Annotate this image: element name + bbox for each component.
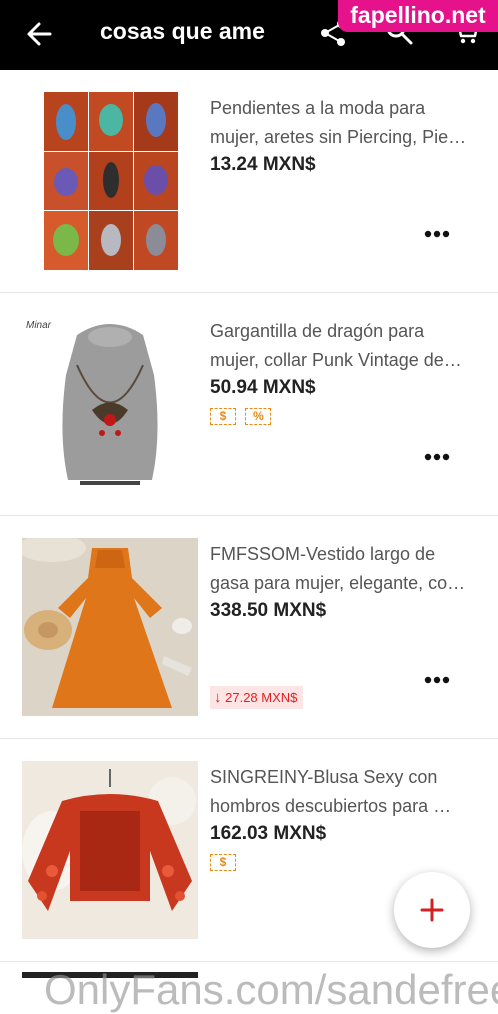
list-item[interactable]: Minar Gargantilla de dragón para mujer, … (0, 293, 498, 516)
product-price: 13.24 MXN$ (210, 154, 316, 175)
page-title: cosas que ame (100, 18, 265, 44)
wishlist: Pendientes a la moda para mujer, aretes … (0, 70, 498, 962)
list-item[interactable]: Pendientes a la moda para mujer, aretes … (0, 70, 498, 293)
product-name[interactable]: Pendientes a la moda para mujer, aretes … (210, 94, 478, 152)
product-price: 162.03 MXN$ (210, 823, 327, 844)
watermark-badge: fapellino.net (338, 0, 498, 32)
product-name[interactable]: Gargantilla de dragón para mujer, collar… (210, 317, 478, 375)
add-button[interactable] (394, 872, 470, 948)
back-arrow-icon[interactable] (22, 16, 58, 52)
dress-image (22, 538, 198, 716)
coupon-badge: $ (210, 854, 236, 871)
product-price: 50.94 MXN$ (210, 377, 316, 398)
earrings-collage-image (44, 92, 178, 270)
more-dots-icon[interactable] (422, 668, 452, 692)
price-drop-badge: ↓ 27.28 MXN$ (210, 686, 304, 709)
product-image-earrings[interactable] (22, 92, 198, 270)
more-dots-icon[interactable] (422, 222, 452, 246)
promo-badges: $ (210, 853, 241, 871)
blouse-image (22, 761, 198, 939)
product-image-blouse[interactable] (22, 761, 198, 939)
list-item[interactable]: FMFSSOM-Vestido largo de gasa para mujer… (0, 516, 498, 739)
necklace-image (22, 315, 198, 493)
product-image-necklace[interactable] (22, 315, 198, 493)
arrow-down-icon: ↓ (214, 689, 222, 706)
product-price: 338.50 MXN$ (210, 600, 327, 621)
plus-icon (420, 898, 444, 922)
product-name[interactable]: FMFSSOM-Vestido largo de gasa para mujer… (210, 540, 478, 598)
coupon-badge: $ (210, 408, 236, 425)
discount-badge: % (245, 408, 272, 425)
product-image-dress[interactable] (22, 538, 198, 716)
bottom-watermark: OnlyFans.com/sandefree (44, 966, 498, 1013)
top-bar: cosas que ame fapellino.net (0, 0, 498, 70)
brand-label: Minar (26, 320, 52, 331)
promo-badges: $ % (210, 407, 276, 425)
product-name[interactable]: SINGREINY-Blusa Sexy con hombros descubi… (210, 763, 478, 821)
more-dots-icon[interactable] (422, 445, 452, 469)
